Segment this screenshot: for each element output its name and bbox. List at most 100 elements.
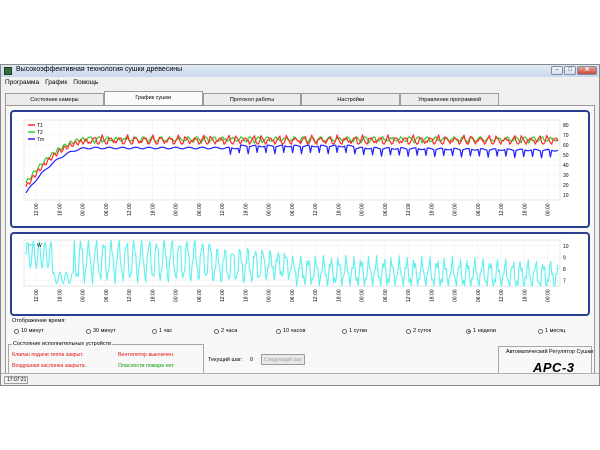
x-tick-label: 12:00 [499,289,505,302]
legend-label: Tm [37,137,44,143]
x-tick-label: 00:00 [360,203,366,216]
x-tick-label: 06:00 [476,289,482,302]
radio-icon[interactable] [276,328,281,334]
x-tick-label: 06:00 [104,289,110,302]
x-tick-label: 12:00 [220,203,226,216]
x-tick-label: 00:00 [453,289,459,302]
time-option-label: 1 сутки [349,328,368,334]
time-option-0[interactable]: 10 минут [14,328,44,334]
time-option-3[interactable]: 2 часа [214,328,237,334]
legend-label: T2 [37,130,43,136]
radio-icon[interactable] [214,328,219,334]
legend-label: T1 [37,123,43,129]
x-tick-label: 12:00 [34,289,40,302]
next-step-button[interactable]: Следующий шаг [261,354,305,365]
x-tick-label: 18:00 [336,203,342,216]
x-tick-label: 18:00 [429,203,435,216]
devices-title: Состояние исполнительных устройств [12,341,113,347]
time-option-label: 30 минут [93,328,116,334]
moisture-chart-panel: 10 9 8 7 12:00 18:00 00:00 06:00 12:00 18:00 00:00… [10,232,590,316]
x-tick-label: 00:00 [174,289,180,302]
x-tick-label: 06:00 [476,203,482,216]
x-tick-label: 00:00 [360,289,366,302]
tab-content: 80 70 60 50 40 30 20 10 12:00 18:00 00:00 06:00 12:0… [5,105,595,379]
x-tick-label: 06:00 [383,289,389,302]
y-tick-label: 10 [563,244,569,250]
time-option-label: 2 часа [221,328,238,334]
y-tick-label: 70 [563,133,569,139]
x-tick-label: 06:00 [197,289,203,302]
y-tick-label: 50 [563,153,569,159]
app-window: Высокоэффективная технология сушки древе… [0,64,600,386]
close-button[interactable]: ✕ [577,66,597,75]
status-time: 17:07:21 [4,376,28,384]
x-tick-label: 06:00 [290,289,296,302]
time-option-4[interactable]: 10 часов [276,328,305,334]
radio-icon[interactable] [342,328,347,334]
radio-icon[interactable] [152,328,157,334]
window-title: Высокоэффективная технология сушки древе… [16,66,183,73]
x-tick-label: 00:00 [81,203,87,216]
x-tick-label: 00:00 [546,289,552,302]
temperature-chart-panel: 80 70 60 50 40 30 20 10 12:00 18:00 00:00 06:00 12:0… [10,110,590,228]
tab-program-control[interactable]: Управление программой [400,93,499,105]
y-tick-label: 9 [563,255,566,261]
time-option-7[interactable]: 1 недели [466,328,496,334]
x-tick-label: 12:00 [127,203,133,216]
tab-strip: Состояние камеры График сушки Протокол р… [5,91,499,105]
x-tick-label: 18:00 [243,203,249,216]
radio-icon[interactable] [86,328,91,334]
time-display-options: 10 минут 30 минут 1 час 2 часа 10 часов 1 сут… [14,328,588,338]
x-tick-label: 18:00 [150,289,156,302]
y-tick-label: 10 [563,193,569,199]
current-step-label: Текущий шаг: [208,357,243,363]
tab-chamber-state[interactable]: Состояние камеры [5,93,104,105]
radio-icon[interactable] [466,328,471,334]
x-tick-label: 18:00 [57,289,63,302]
x-tick-label: 18:00 [522,289,528,302]
time-option-label: 2 суток [413,328,432,334]
time-option-1[interactable]: 30 минут [86,328,116,334]
status-bar: 17:07:21 [1,373,599,385]
time-option-2[interactable]: 1 час [152,328,172,334]
x-tick-label: 00:00 [267,203,273,216]
x-tick-label: 00:00 [546,203,552,216]
menu-program[interactable]: Программа [5,78,39,88]
radio-icon[interactable] [406,328,411,334]
time-option-8[interactable]: 1 месяц [538,328,565,334]
radio-icon[interactable] [14,328,19,334]
menu-bar: Программа График Помощь [1,78,599,88]
x-tick-label: 18:00 [522,203,528,216]
time-display-group: Отображение время: 10 минут 30 минут 1 час… [12,318,590,340]
radio-icon[interactable] [538,328,543,334]
tab-settings[interactable]: Настройки [301,93,401,105]
tab-work-log[interactable]: Протокол работы [202,93,302,105]
x-tick-label: 00:00 [81,289,87,302]
x-tick-label: 18:00 [429,289,435,302]
minimize-button[interactable]: – [551,66,563,75]
time-option-label: 1 месяц [545,328,566,334]
tab-drying-chart[interactable]: График сушки [103,91,203,105]
menu-chart[interactable]: График [45,78,67,88]
regulator-label: Автоматический Регулятор Сушки [506,349,594,355]
time-option-5[interactable]: 1 сутки [342,328,367,334]
y-tick-label: 7 [563,278,566,284]
fan-status: Вентилятор выключен. [118,352,175,358]
current-step-value: 0 [250,357,254,363]
time-option-label: 1 недели [473,328,496,334]
legend-label: W [37,243,42,249]
y-tick-label: 40 [563,163,569,169]
devices-group [8,344,204,376]
app-icon [4,67,12,75]
x-tick-label: 06:00 [197,203,203,216]
time-option-6[interactable]: 2 суток [406,328,431,334]
y-tick-label: 20 [563,183,569,189]
y-tick-label: 60 [563,143,569,149]
menu-help[interactable]: Помощь [73,78,98,88]
fire-hazard-status: Опасности пожара нет. [118,363,175,369]
temperature-chart-svg: 80 70 60 50 40 30 20 10 12:00 18:00 00:00 06:00 12:0… [23,119,569,216]
time-display-label: Отображение время: [12,318,66,324]
maximize-button[interactable]: □ [564,66,576,75]
x-tick-label: 06:00 [104,203,110,216]
x-tick-label: 12:00 [499,203,505,216]
